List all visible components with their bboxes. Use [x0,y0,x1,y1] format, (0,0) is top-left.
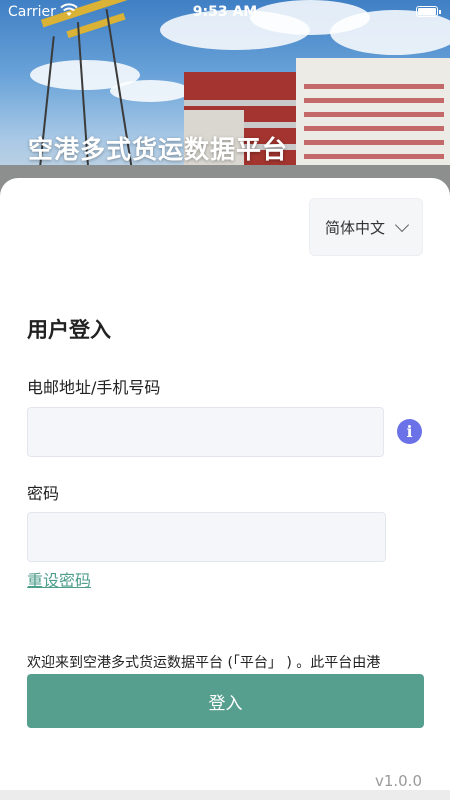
email-label: 电邮地址/手机号码 [27,378,161,397]
app-title: 空港多式货运数据平台 [28,135,289,164]
chevron-down-icon [394,217,410,232]
welcome-text: 欢迎来到空港多式货运数据平台 (「平台」 ) 。此平台由港 [27,655,381,671]
login-button[interactable]: 登入 [27,674,424,728]
login-title: 用户登入 [27,318,111,342]
password-label: 密码 [27,484,60,503]
language-select[interactable]: 简体中文 [309,198,423,256]
status-time: 9:53 AM [192,4,258,20]
status-bar: Carrier 9:53 AM [0,0,450,26]
email-field[interactable] [27,407,384,457]
login-button-label: 登入 [208,693,243,714]
password-field[interactable] [27,512,386,562]
battery-icon [416,6,441,17]
bottom-bar [0,790,450,800]
language-select-value: 简体中文 [324,218,385,237]
login-card: 简体中文 用户登入 电邮地址/手机号码 i 密码 重设密码 欢迎来到空港多式货运… [0,178,450,800]
information-icon[interactable]: i [397,419,422,444]
reset-password-link[interactable]: 重设密码 [27,567,91,591]
version-label: v1.0.0 [374,772,422,790]
header-background-image [0,0,450,200]
